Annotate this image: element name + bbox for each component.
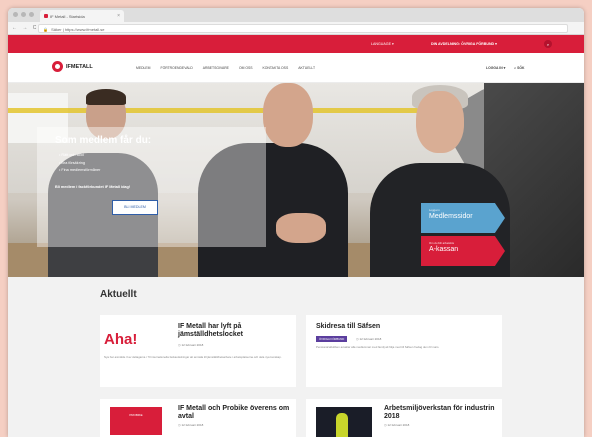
news-card-title[interactable]: Arbetsmiljöverkstan för industrin 2018 [384,405,498,421]
nav-right: LOGGA IN ▾ ⌕ SÖK [486,66,525,70]
browser-tab[interactable]: IF Metall - Startsida × [40,10,124,22]
a-kassan-label: A-kassan [429,246,459,253]
logo-text: IFMETALL [66,63,93,70]
news-card-body: Pensionärsklubben avsaltar alla medlemma… [316,345,440,349]
news-section: Aktuellt Aha! IF Metall har lyft på jäms… [8,277,584,437]
promo-title: Som medlem får du: [55,135,152,146]
news-card-date: ◷ 12 februari 2018 [178,343,204,347]
news-card-body: Nya har anmälde 3 av deltagarna i 70 int… [104,355,282,359]
membership-promo: Som medlem får du: Rätt och stöd Bra för… [37,127,266,247]
workshop-thumbnail [316,407,372,437]
nav-link-medlem[interactable]: MEDLEM [136,66,151,70]
url-text: https://www.ifmetall.se [64,27,105,32]
browser-window: IF Metall - Startsida × ← → C ⌂ 🔒 Säker … [8,8,584,437]
aha-logo-image: Aha! [104,331,138,348]
news-card-date: ◷ 12 februari 2018 [384,423,410,427]
url-bar: ← → C ⌂ 🔒 Säker | https://www.ifmetall.s… [8,22,584,35]
nav-link-arbetsgivare[interactable]: ARBETSGIVARE [203,66,229,70]
hero-banner: Som medlem får du: Rätt och stöd Bra för… [8,83,584,277]
become-member-button[interactable]: BLI MEDLEM [112,200,158,215]
news-card-title[interactable]: IF Metall har lyft på jämställdhetslocke… [178,323,290,339]
news-card-date: ◷ 12 februari 2018 [356,337,382,341]
news-card-title[interactable]: Skidresa till Säfsen [316,323,496,331]
benefit-item: Fina medlemsförmåner [59,168,100,172]
a-kassan-link[interactable]: Om du blir arbetslös A-kassan [421,236,505,266]
member-pages-label: Medlemssidor [429,213,473,220]
member-pages-sublabel: Logga in [429,208,440,212]
browser-tabbar: IF Metall - Startsida × [8,8,584,22]
search-icon[interactable]: ⌕ [544,40,552,48]
close-window-dot[interactable] [13,12,18,17]
news-card[interactable]: Skidresa till Säfsen ÖVRIGA FÖRBUND ◷ 12… [306,315,502,387]
promo-benefits: Rätt och stöd Bra försäkring Fina medlem… [59,153,100,176]
window-controls[interactable] [13,12,34,17]
utility-bar: LANGUAGE ▾ DIN AVDELNING: ÖVRIGA FÖRBUND… [8,35,584,53]
nav-link-kontakta-oss[interactable]: KONTAKTA OSS [263,66,289,70]
news-card[interactable]: PROBIKE IF Metall och Probike överens om… [100,399,296,437]
nav-link-aktuellt[interactable]: AKTUELLT [298,66,315,70]
news-card-date: ◷ 12 februari 2018 [178,423,204,427]
nav-link-fortroendevald[interactable]: FÖRTROENDEVALD [161,66,193,70]
address-field[interactable]: 🔒 Säker | https://www.ifmetall.se [38,24,568,33]
news-heading: Aktuellt [100,289,137,300]
news-card[interactable]: Arbetsmiljöverkstan för industrin 2018 ◷… [306,399,502,437]
lock-icon: 🔒 [43,27,48,32]
news-card[interactable]: Aha! IF Metall har lyft på jämställdhets… [100,315,296,387]
promo-cta-text: Bli medlem i fackförbundet IF Metall ida… [55,185,131,189]
association-dropdown[interactable]: DIN AVDELNING: ÖVRIGA FÖRBUND ▾ [431,42,497,46]
news-card-tag: ÖVRIGA FÖRBUND [316,336,348,342]
language-dropdown[interactable]: LANGUAGE ▾ [371,42,394,46]
minimize-window-dot[interactable] [21,12,26,17]
tab-title: IF Metall - Startsida [50,14,85,19]
favicon-icon [44,14,48,18]
login-button[interactable]: LOGGA IN ▾ [486,66,505,70]
secure-label: Säker [51,27,62,32]
a-kassan-sublabel: Om du blir arbetslös [429,241,455,245]
member-pages-link[interactable]: Logga in Medlemssidor [421,203,505,233]
nav-link-om-oss[interactable]: OM OSS [239,66,253,70]
probike-thumbnail: PROBIKE [110,407,162,435]
close-tab-icon[interactable]: × [117,13,120,19]
nav-links: MEDLEM FÖRTROENDEVALD ARBETSGIVARE OM OS… [136,66,315,70]
search-button[interactable]: ⌕ SÖK [514,66,524,70]
maximize-window-dot[interactable] [29,12,34,17]
news-card-title[interactable]: IF Metall och Probike överens om avtal [178,405,290,421]
benefit-item: Rätt och stöd [59,153,100,157]
main-navigation: IFMETALL MEDLEM FÖRTROENDEVALD ARBETSGIV… [8,53,584,83]
site-logo[interactable]: IFMETALL [52,61,93,72]
benefit-item: Bra försäkring [59,161,100,165]
logo-mark-icon [52,61,63,72]
